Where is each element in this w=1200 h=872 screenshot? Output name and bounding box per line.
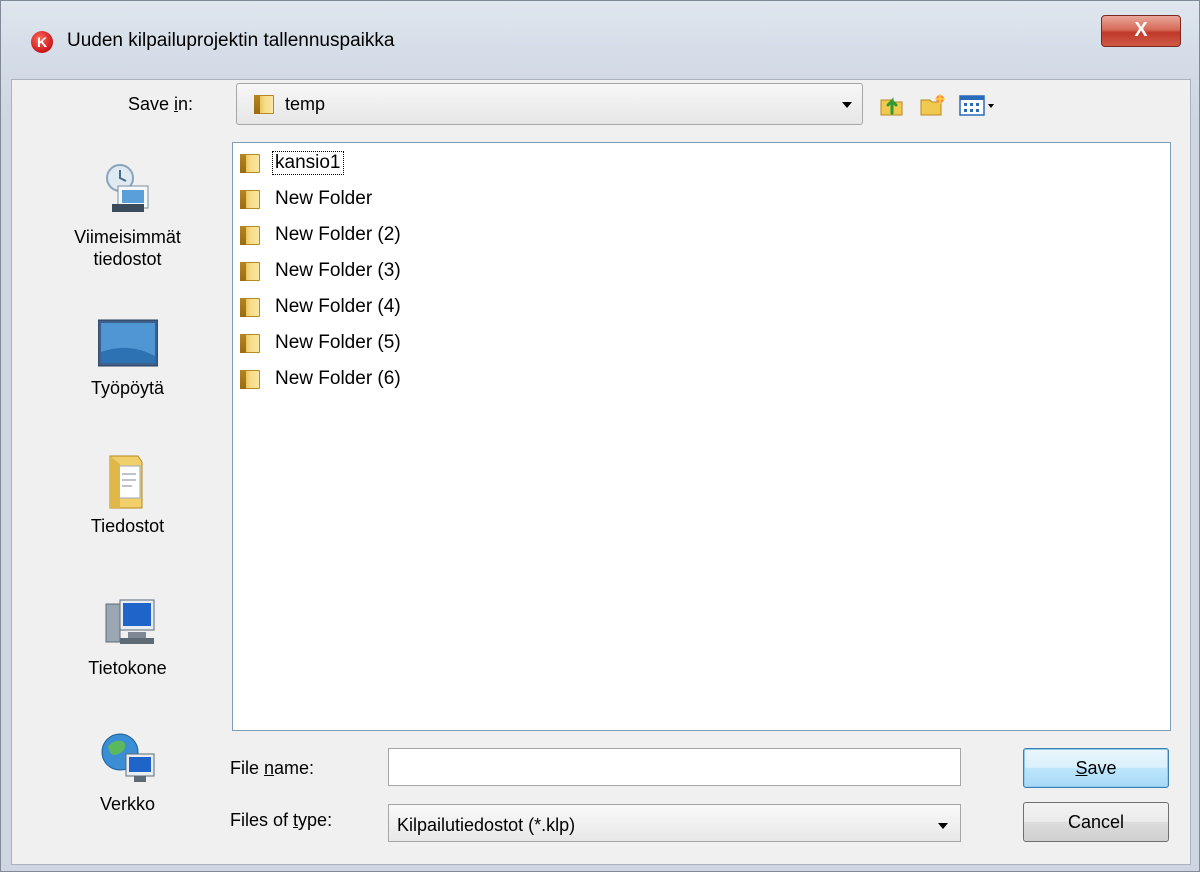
title-bar[interactable]: K Uuden kilpailuprojektin tallennuspaikk…: [1, 1, 1199, 79]
place-documents[interactable]: Tiedostot: [20, 450, 235, 537]
place-desktop-label: Työpöytä: [90, 378, 165, 398]
save-in-label-text: Save: [128, 94, 175, 114]
recent-files-icon: [98, 160, 158, 220]
desktop-icon: [97, 312, 158, 372]
list-item-name: kansio1: [272, 151, 344, 175]
save-in-label: Save in:: [128, 94, 193, 115]
list-item-name: New Folder (5): [275, 332, 401, 353]
file-type-label-text-end: ype:: [298, 810, 333, 830]
folder-icon: [239, 332, 261, 354]
folder-icon: [239, 224, 261, 246]
folder-icon: [253, 93, 275, 115]
save-button-label: ave: [1087, 758, 1117, 778]
list-item[interactable]: New Folder (2): [239, 219, 403, 251]
cancel-button[interactable]: Cancel: [1023, 802, 1169, 842]
places-bar: Viimeisimmät tiedostot Työpöytä Tiedosto…: [20, 142, 235, 862]
folder-icon: [239, 368, 261, 390]
folder-icon: [239, 260, 261, 282]
place-recent-files[interactable]: Viimeisimmät tiedostot: [20, 160, 235, 270]
list-item[interactable]: kansio1: [239, 147, 344, 179]
window-title: Uuden kilpailuprojektin tallennuspaikka: [67, 30, 395, 51]
place-computer[interactable]: Tietokone: [20, 592, 235, 679]
list-item[interactable]: New Folder (6): [239, 363, 403, 395]
file-name-label-text-end: ame:: [274, 758, 315, 778]
computer-icon: [98, 592, 158, 652]
documents-icon: [98, 450, 158, 510]
save-in-label-text-end: n:: [178, 94, 194, 114]
list-item[interactable]: New Folder: [239, 183, 374, 215]
view-menu-icon[interactable]: [958, 92, 998, 118]
folder-icon: [239, 296, 261, 318]
place-desktop[interactable]: Työpöytä: [20, 312, 235, 399]
list-item-name: New Folder (6): [275, 368, 401, 389]
chevron-down-icon: [842, 102, 852, 108]
list-item-name: New Folder (3): [275, 260, 401, 281]
list-item-name: New Folder (2): [275, 224, 401, 245]
list-item[interactable]: New Folder (4): [239, 291, 403, 323]
file-type-dropdown[interactable]: Kilpailutiedostot (*.klp): [388, 804, 961, 842]
folder-icon: [239, 152, 261, 174]
file-type-label: Files of type:: [230, 810, 332, 831]
place-network[interactable]: Verkko: [20, 728, 235, 815]
file-type-value: Kilpailutiedostot (*.klp): [397, 815, 576, 835]
list-item-name: New Folder (4): [275, 296, 401, 317]
file-name-label-mnemonic: n: [264, 758, 275, 778]
chevron-down-icon: [938, 823, 948, 829]
app-logo-icon: K: [31, 31, 53, 53]
file-type-label-text: Files of: [230, 810, 294, 830]
list-item[interactable]: New Folder (5): [239, 327, 403, 359]
up-one-level-icon[interactable]: [878, 92, 906, 118]
save-button[interactable]: Save: [1023, 748, 1169, 788]
list-item[interactable]: New Folder (3): [239, 255, 403, 287]
save-dialog: K Uuden kilpailuprojektin tallennuspaikk…: [0, 0, 1200, 872]
file-name-input[interactable]: [388, 748, 961, 786]
place-recent-files-label: Viimeisimmät tiedostot: [74, 227, 181, 269]
folder-icon: [239, 188, 261, 210]
file-list[interactable]: kansio1 New Folder New Folder (2) New Fo…: [232, 142, 1171, 731]
file-name-label-text: File: [230, 758, 265, 778]
new-folder-icon[interactable]: [918, 92, 946, 118]
place-documents-label: Tiedostot: [90, 516, 165, 536]
save-in-dropdown[interactable]: temp: [236, 83, 863, 125]
save-button-mnemonic: S: [1075, 758, 1088, 778]
save-in-value: temp: [285, 94, 326, 114]
place-computer-label: Tietokone: [88, 658, 167, 678]
close-icon: X: [1134, 19, 1148, 41]
dialog-body: Save in: temp Viimeisimmät tiedostot Työ…: [11, 79, 1191, 865]
network-icon: [98, 728, 158, 788]
file-name-label: File name:: [230, 758, 314, 779]
close-button[interactable]: X: [1101, 15, 1181, 47]
list-item-name: New Folder: [275, 188, 373, 209]
place-network-label: Verkko: [99, 794, 156, 814]
